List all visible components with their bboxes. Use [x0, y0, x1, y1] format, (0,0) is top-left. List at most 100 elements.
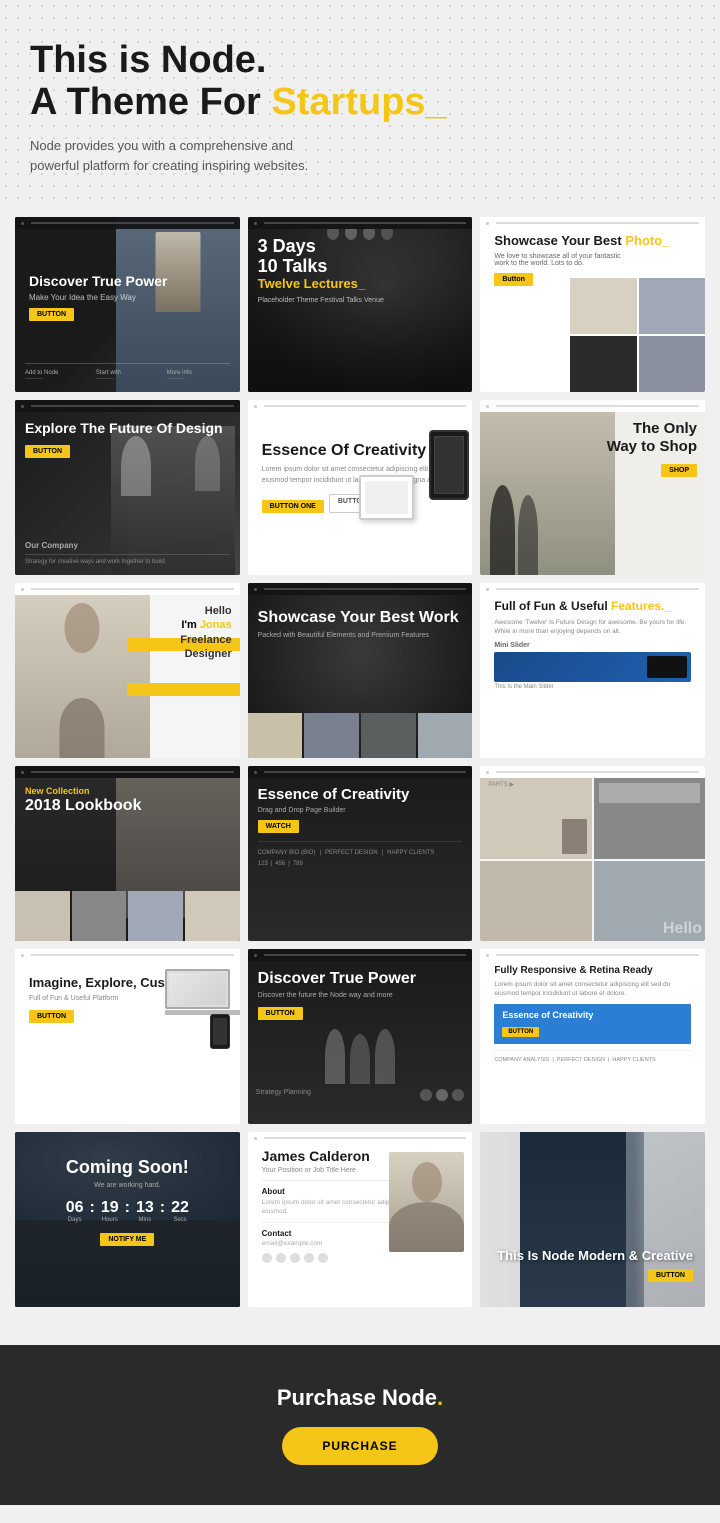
grid-row-2: Explore The Future Of Design BUTTON Our … — [15, 400, 705, 575]
card-james-calderon[interactable]: James Calderon Your Position or Job Titl… — [248, 1132, 473, 1307]
grid-row-3: Hello I'm Jonas Freelance Designer Showc… — [15, 583, 705, 758]
card-body: Awesome 'Twelve' Is Future Design for aw… — [494, 618, 691, 636]
company-label: Our Company — [25, 541, 230, 550]
product-grid: Hello — [480, 778, 705, 941]
card-body: We love to showcase all of your fantasti… — [494, 253, 632, 267]
event-details: Placeholder Theme Festival Talks Venue — [258, 297, 463, 304]
card-button[interactable]: BUTTON — [29, 308, 74, 321]
card-showcase-work[interactable]: Showcase Your Best Work Packed with Beau… — [248, 583, 473, 758]
col3: HAPPY CLIENTS — [387, 850, 434, 856]
mini-slider-label: Mini Slider — [494, 642, 691, 649]
card-subtitle: Make Your Idea the Easy Way — [29, 293, 226, 302]
hero-section: This is Node. A Theme For Startups_ Node… — [0, 0, 720, 207]
card-title: Discover True Power — [258, 969, 463, 988]
card-title: Coming Soon! — [25, 1157, 230, 1179]
photo-grid — [570, 278, 705, 392]
grid-row-1: Discover True Power Make Your Idea the E… — [15, 217, 705, 392]
card-discover-true-power[interactable]: Discover True Power Make Your Idea the E… — [15, 217, 240, 392]
card-title: Showcase Your Best Photo_ — [494, 233, 691, 249]
laptop-shape — [165, 969, 235, 1019]
mini-slider-section: Mini Slider This Is the Main Slider — [494, 642, 691, 690]
card-title: Essence of Creativity — [258, 786, 463, 804]
card-event[interactable]: 3 Days 10 Talks Twelve Lectures_ Placeho… — [248, 217, 473, 392]
card-button[interactable]: BUTTON — [648, 1269, 693, 1282]
social-icons — [262, 1253, 459, 1263]
card-essence-2[interactable]: Essence of Creativity Drag and Drop Page… — [248, 766, 473, 941]
card-showcase-photo[interactable]: Showcase Your Best Photo_ We love to sho… — [480, 217, 705, 392]
card-responsive[interactable]: Fully Responsive & Retina Ready Lorem ip… — [480, 949, 705, 1124]
card-products[interactable]: Hello PARTS ▶ — [480, 766, 705, 941]
card-node-modern[interactable]: This Is Node Modern & Creative BUTTON — [480, 1132, 705, 1307]
card-button[interactable]: BUTTON — [258, 1007, 303, 1020]
new-label: New Collection — [25, 786, 230, 796]
col2: PERFECT DESIGN — [557, 1057, 605, 1063]
card-navbar — [248, 1132, 473, 1144]
stats-row: COMPANY ANALYSIS | PERFECT DESIGN | HAPP… — [494, 1057, 691, 1063]
card-fun-features[interactable]: Full of Fun & Useful Features._ Awesome … — [480, 583, 705, 758]
card-hello-jonas[interactable]: Hello I'm Jonas Freelance Designer — [15, 583, 240, 758]
james-avatar — [389, 1152, 464, 1252]
btn-one[interactable]: BUTTON ONE — [262, 500, 324, 513]
card-title: The Only Way to Shop — [603, 420, 697, 456]
product-1 — [480, 778, 591, 859]
company-desc: Strategy for creative ways and work toge… — [25, 559, 230, 565]
card-navbar — [480, 949, 705, 961]
section-label: Strategy Planning — [256, 1089, 311, 1119]
card-navbar — [15, 766, 240, 778]
card-discover-power-2[interactable]: Strategy Planning Discover True Power Di… — [248, 949, 473, 1124]
card-navbar — [248, 583, 473, 595]
blue-btn[interactable]: BUTTON — [502, 1027, 539, 1037]
card-subtitle: Packed with Beautiful Elements and Premi… — [258, 632, 463, 639]
card-lookbook[interactable]: New Collection 2018 Lookbook — [15, 766, 240, 941]
event-line3: Twelve Lectures_ — [258, 277, 463, 291]
blue-title: Essence of Creativity — [502, 1010, 683, 1020]
product-nav: PARTS ▶ — [488, 781, 514, 788]
card-button[interactable]: BUTTON — [25, 445, 70, 458]
phone-shape — [429, 430, 469, 500]
card-subtitle: Drag and Drop Page Builder — [258, 807, 463, 814]
phone-shape — [210, 1014, 230, 1049]
card-title: This Is Node Modern & Creative — [492, 1248, 693, 1264]
theme-grid: Discover True Power Make Your Idea the E… — [0, 207, 720, 1335]
yellow-bar-mid — [127, 683, 239, 696]
card-role2: Designer — [23, 647, 232, 661]
card-button[interactable]: WATCH — [258, 820, 299, 833]
card-subtitle: Discover the future the Node way and mor… — [258, 992, 463, 999]
tablet-shape — [359, 475, 414, 520]
lookbook-strip — [15, 891, 240, 941]
footer-col3: More info——— — [167, 370, 230, 382]
card-title: Showcase Your Best Work — [258, 608, 463, 627]
card-navbar — [248, 217, 473, 229]
main-slider — [494, 652, 691, 682]
notify-btn[interactable]: NOTIFY ME — [100, 1233, 154, 1246]
card-title: 2018 Lookbook — [25, 796, 230, 815]
avatar-row — [420, 1089, 464, 1119]
card-title: Discover True Power — [29, 273, 226, 290]
col1: COMPANY ANALYSIS — [494, 1057, 549, 1063]
card-navbar — [248, 400, 473, 412]
card-button[interactable]: BUTTON — [29, 1010, 74, 1023]
card-essence-light[interactable]: Essence Of Creativity Lorem ipsum dolor … — [248, 400, 473, 575]
card-navbar — [480, 766, 705, 778]
card-imagine[interactable]: Imagine, Explore, Customize Full of Fun … — [15, 949, 240, 1124]
nav-links — [31, 222, 234, 224]
card-coming-soon[interactable]: Coming Soon! We are working hard. 06 Day… — [15, 1132, 240, 1307]
event-line2: 10 Talks — [258, 257, 463, 277]
card-title: Explore The Future Of Design — [25, 420, 230, 437]
card-button[interactable]: Button — [494, 273, 533, 286]
card-navbar — [15, 217, 240, 229]
countdown-hours: 19 Hours — [101, 1199, 119, 1223]
stats-row: COMPANY BIO (BIO) | PERFECT DESIGN | HAP… — [258, 850, 463, 856]
countdown-days: 06 Days — [66, 1199, 84, 1223]
divider — [25, 363, 230, 364]
card-navbar — [248, 949, 473, 961]
device-mini — [647, 656, 687, 678]
card-role1: Freelance — [23, 633, 232, 647]
purchase-button[interactable]: PURCHASE — [282, 1427, 437, 1465]
blue-section: Essence of Creativity BUTTON — [494, 1004, 691, 1044]
card-only-way-shop[interactable]: The Only Way to Shop SHOP — [480, 400, 705, 575]
card-button[interactable]: SHOP — [661, 464, 697, 477]
hero-title: This is Node. A Theme For Startups_ — [30, 40, 690, 124]
nav-logo-dot — [21, 222, 24, 225]
card-explore-future[interactable]: Explore The Future Of Design BUTTON Our … — [15, 400, 240, 575]
